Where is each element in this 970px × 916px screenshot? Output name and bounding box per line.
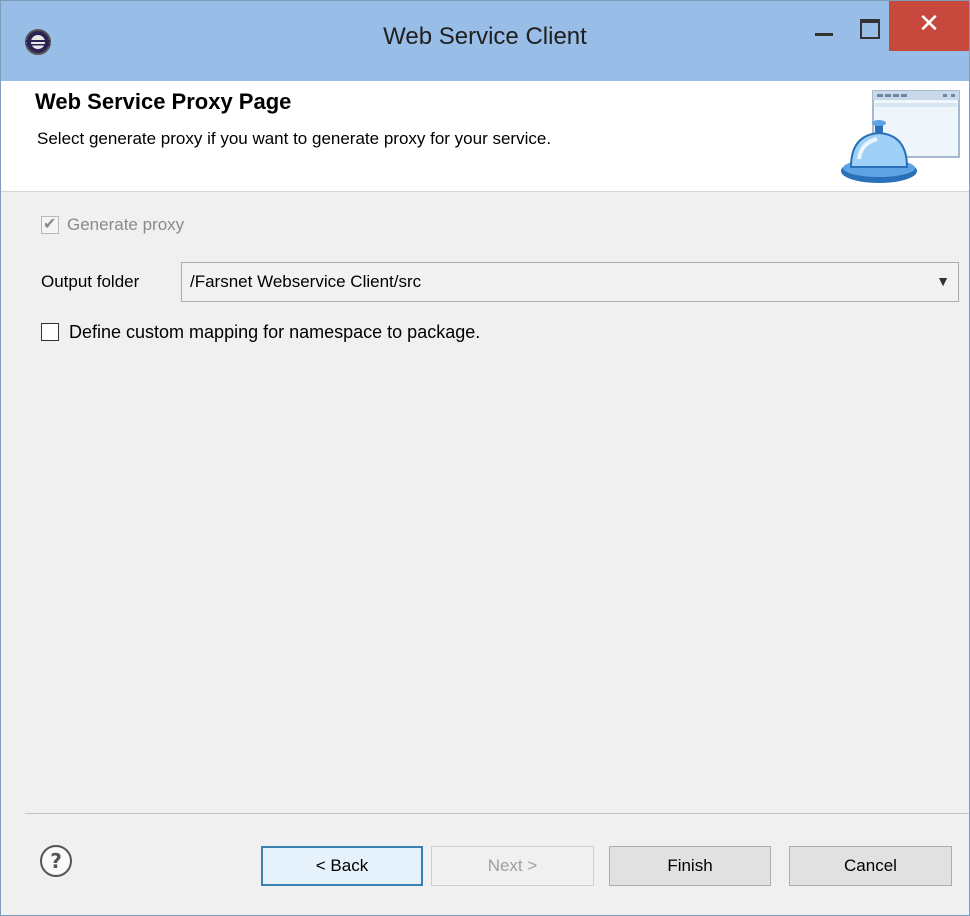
maximize-button[interactable] (847, 1, 893, 51)
svg-text:?: ? (50, 849, 62, 873)
page-description: Select generate proxy if you want to gen… (37, 129, 552, 148)
minimize-button[interactable] (801, 1, 847, 51)
wizard-content: ✔ Generate proxy Output folder /Farsnet … (1, 192, 969, 812)
cancel-button[interactable]: Cancel (789, 846, 952, 886)
custom-mapping-checkbox[interactable] (41, 323, 59, 341)
finish-button[interactable]: Finish (609, 846, 771, 886)
close-icon: ✕ (918, 9, 940, 39)
chevron-down-icon[interactable]: ▼ (936, 273, 950, 289)
web-service-client-dialog: Web Service Client ✕ Web Service Proxy P… (0, 0, 970, 916)
output-folder-value: /Farsnet Webservice Client/src (190, 272, 422, 291)
page-title: Web Service Proxy Page (35, 89, 292, 114)
generate-proxy-checkbox[interactable]: ✔ (41, 214, 59, 234)
custom-mapping-label[interactable]: Define custom mapping for namespace to p… (69, 322, 480, 343)
title-bar[interactable]: Web Service Client ✕ (1, 1, 969, 81)
button-bar: ? < Back Next > Finish Cancel (1, 814, 969, 915)
close-button[interactable]: ✕ (889, 1, 969, 51)
maximize-icon (860, 19, 880, 39)
minimize-icon (815, 33, 833, 36)
output-folder-combo[interactable]: /Farsnet Webservice Client/src ▼ (181, 262, 959, 302)
service-bell-window-icon (841, 90, 960, 183)
back-button[interactable]: < Back (261, 846, 423, 886)
output-folder-label: Output folder (41, 272, 140, 291)
generate-proxy-label: Generate proxy (67, 215, 185, 234)
help-question-icon[interactable]: ? (39, 844, 73, 878)
next-button[interactable]: Next > (431, 846, 594, 886)
wizard-banner: Web Service Proxy Page Select generate p… (1, 81, 969, 192)
checkmark-icon: ✔ (43, 214, 57, 233)
